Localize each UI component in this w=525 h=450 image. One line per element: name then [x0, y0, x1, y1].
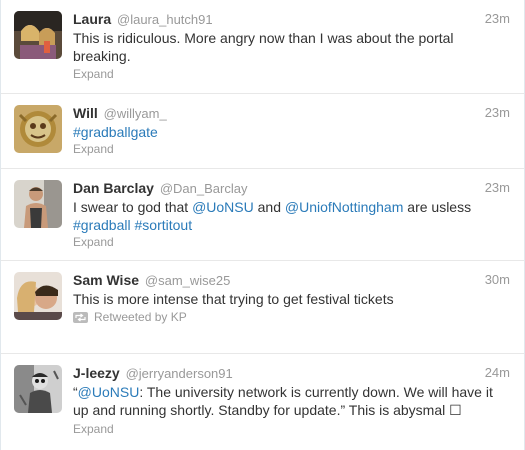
avatar[interactable] [14, 105, 62, 153]
avatar[interactable] [14, 180, 62, 228]
tweet-item[interactable]: J-leezy @jerryanderson91 24m “@UoNSU: Th… [1, 354, 524, 450]
hashtag-link[interactable]: #gradballgate [73, 124, 158, 140]
tweet-item[interactable]: Sam Wise @sam_wise25 30m This is more in… [1, 261, 524, 354]
retweet-icon [73, 311, 88, 323]
tweet-username[interactable]: @jerryanderson91 [126, 366, 233, 381]
tweet-text-line: #gradball #sortitout [73, 216, 493, 234]
retweeted-by-link[interactable]: Retweeted by KP [94, 310, 187, 324]
tweet-timestamp[interactable]: 23m [485, 180, 510, 195]
tweet-username[interactable]: @willyam_ [104, 106, 167, 121]
expand-link[interactable]: Expand [73, 422, 114, 436]
tweet-username[interactable]: @laura_hutch91 [117, 12, 213, 27]
mention-link[interactable]: @UniofNottingham [285, 199, 404, 215]
avatar[interactable] [14, 11, 62, 59]
tweet-text-line: “@UoNSU: The university network is curre… [73, 383, 513, 401]
expand-link[interactable]: Expand [73, 235, 114, 249]
tweet-text: This is more intense that trying to get … [73, 290, 493, 308]
avatar-photo-icon [14, 105, 62, 153]
tweet-text: #gradballgate [73, 123, 493, 141]
tweet-item[interactable]: Laura @laura_hutch91 23m This is ridicul… [1, 0, 524, 94]
tweet-item[interactable]: Dan Barclay @Dan_Barclay 23m I swear to … [1, 169, 524, 261]
mention-link[interactable]: @UoNSU [192, 199, 254, 215]
tweet-timestamp[interactable]: 23m [485, 105, 510, 120]
hashtag-link[interactable]: #sortitout [135, 217, 193, 233]
tweet-header: Will @willyam_ [73, 104, 167, 123]
avatar-photo-icon [14, 365, 62, 413]
tweet-text-line: I swear to god that @UoNSU and @UniofNot… [73, 198, 493, 216]
expand-link[interactable]: Expand [73, 67, 114, 81]
hashtag-link[interactable]: #gradball [73, 217, 131, 233]
tweet-header: Dan Barclay @Dan_Barclay [73, 179, 247, 198]
tweet-timestamp[interactable]: 23m [485, 11, 510, 26]
tweet-text-segment: and [253, 199, 285, 215]
tweet-text-line: breaking. [73, 48, 131, 64]
tweet-header: Laura @laura_hutch91 [73, 10, 213, 29]
tweet-text-line: This is ridiculous. More angry now than … [73, 30, 454, 46]
tweet-timeline: Laura @laura_hutch91 23m This is ridicul… [0, 0, 525, 450]
avatar-photo-icon [14, 272, 62, 320]
tweet-text-segment: are usless [403, 199, 472, 215]
tweet-text-line: This is more intense that trying to get … [73, 291, 394, 307]
retweet-context: Retweeted by KP [73, 310, 187, 324]
avatar[interactable] [14, 272, 62, 320]
tweet-timestamp[interactable]: 24m [485, 365, 510, 380]
tweet-header: J-leezy @jerryanderson91 [73, 364, 233, 383]
tweet-fullname[interactable]: Sam Wise [73, 272, 139, 288]
tweet-item[interactable]: Will @willyam_ 23m #gradballgate Expand [1, 94, 524, 169]
tweet-fullname[interactable]: Laura [73, 11, 111, 27]
tweet-fullname[interactable]: J-leezy [73, 365, 120, 381]
tweet-header: Sam Wise @sam_wise25 [73, 271, 230, 290]
tweet-text: This is ridiculous. More angry now than … [73, 29, 493, 65]
tweet-text-segment: I swear to god that [73, 199, 193, 215]
tweet-text-segment: : The university network is currently do… [139, 384, 493, 400]
tweet-fullname[interactable]: Will [73, 105, 98, 121]
avatar-photo-icon [14, 11, 62, 59]
avatar[interactable] [14, 365, 62, 413]
tweet-username[interactable]: @sam_wise25 [145, 273, 230, 288]
tweet-fullname[interactable]: Dan Barclay [73, 180, 154, 196]
tweet-text: “@UoNSU: The university network is curre… [73, 383, 513, 419]
tweet-text: I swear to god that @UoNSU and @UniofNot… [73, 198, 493, 234]
mention-link[interactable]: @UoNSU [78, 384, 140, 400]
tweet-timestamp[interactable]: 30m [485, 272, 510, 287]
tweet-username[interactable]: @Dan_Barclay [160, 181, 248, 196]
expand-link[interactable]: Expand [73, 142, 114, 156]
tweet-text-line: up and running shortly. Standby for upda… [73, 402, 462, 418]
avatar-photo-icon [14, 180, 62, 228]
